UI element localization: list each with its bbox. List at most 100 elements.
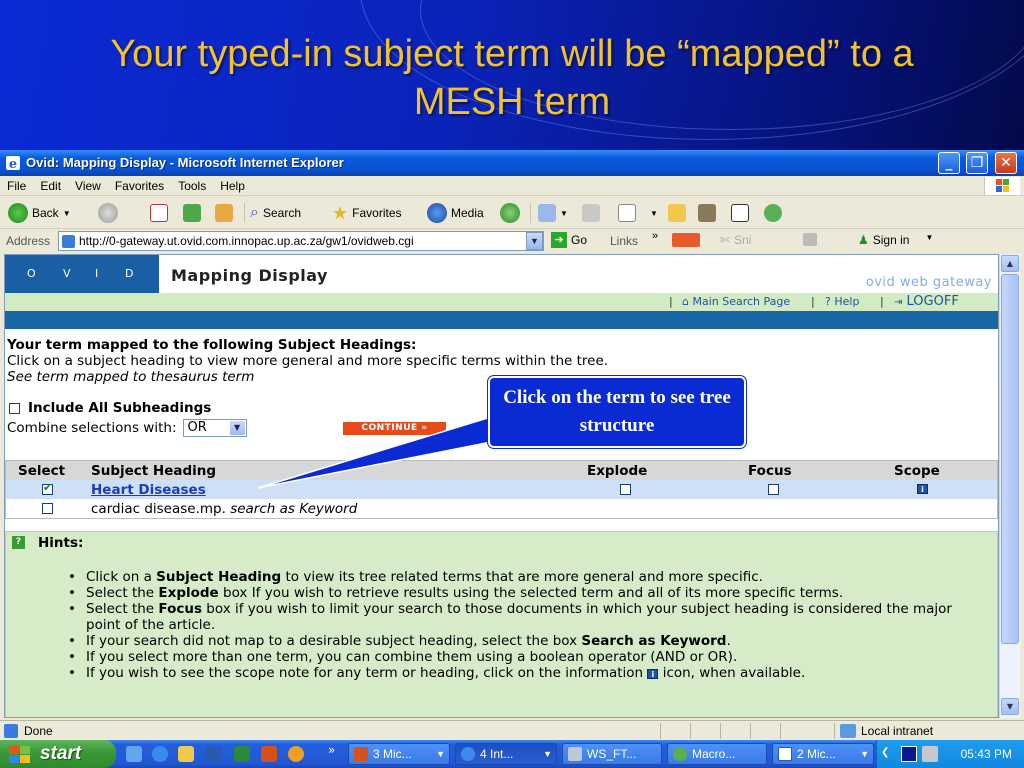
window-title: Ovid: Mapping Display - Microsoft Intern… [26,155,344,170]
logoff-icon: ⇥ [894,297,903,308]
research-icon [698,204,716,222]
page-done-icon [4,724,18,738]
history-button[interactable] [500,202,520,224]
combine-select[interactable]: OR ▼ [182,419,247,437]
tray-app-icon[interactable] [922,746,938,762]
continue-button[interactable]: CONTINUE » [343,422,446,435]
address-input[interactable] [58,231,544,251]
logoff-link[interactable]: ⇥ LOGOFF [894,294,959,309]
tray-expand-icon[interactable]: ❮ [881,747,889,758]
toolbar-logo-icon[interactable] [672,233,700,247]
people-icon [764,204,782,222]
quicklaunch-media-icon[interactable] [288,746,304,762]
quicklaunch-folder-icon[interactable] [178,746,194,762]
keyword-term: cardiac disease.mp. [91,501,226,517]
menu-favorites[interactable]: Favorites [108,176,171,196]
scroll-down-icon[interactable]: ▼ [1001,698,1019,715]
window-titlebar: e Ovid: Mapping Display - Microsoft Inte… [0,150,1024,176]
quicklaunch-more-icon[interactable]: » [328,743,335,757]
windows-logo-icon [984,177,1020,195]
links-chevron-icon[interactable]: » [652,230,658,242]
windows-taskbar: start » 3 Mic... ▼ 4 Int... ▼ WS_FT... Mac… [0,740,1024,768]
links-label[interactable]: Links [610,234,638,248]
quicklaunch-excel-icon[interactable] [234,746,250,762]
go-label: Go [571,233,588,247]
edit-button[interactable]: ▼ [618,202,658,224]
contacts-button[interactable] [764,202,782,224]
help-icon: ? [825,295,831,308]
toolbar-extra-icon[interactable] [803,233,817,246]
research-button[interactable] [698,202,716,224]
address-dropdown-icon[interactable]: ▼ [526,232,543,250]
forward-button[interactable] [98,202,118,224]
snip-icon: ✄ [720,233,731,247]
hint-item: If you wish to see the scope note for an… [68,665,968,681]
stop-button[interactable] [150,202,168,224]
main-search-link[interactable]: ⌂ Main Search Page [682,295,790,308]
folder-button[interactable] [668,202,686,224]
quicklaunch-word-icon[interactable] [206,746,222,762]
quicklaunch-powerpoint-icon[interactable] [261,746,277,762]
quicklaunch-desktop-icon[interactable] [126,746,142,762]
logoff-label: LOGOFF [906,294,959,309]
menu-tools[interactable]: Tools [171,176,213,196]
ie-logo-icon: e [6,156,20,171]
hints-list: Click on a Subject Heading to view its t… [68,569,968,681]
sign-in-label: Sign in [872,233,910,247]
include-all-checkbox[interactable] [9,402,20,414]
back-button[interactable]: Back ▼ [8,202,71,224]
menu-edit[interactable]: Edit [33,176,68,196]
intranet-icon [840,724,856,738]
system-tray: ❮ 05:43 PM [876,740,1024,768]
media-play-icon[interactable] [901,746,917,762]
search-button[interactable]: ⌕ Search [250,202,301,224]
print-icon [582,204,600,222]
address-bar: Address ▼ ➜ Go Links » ✄Sni ♟Sign in▼ [0,230,1024,252]
explode-checkbox[interactable] [620,484,631,495]
slide-title-line2: MESH term [413,81,611,123]
scope-info-icon[interactable]: i [917,484,928,494]
task-word[interactable]: 2 Mic... ▼ [772,743,874,765]
menu-file[interactable]: File [0,176,33,196]
main-search-label: Main Search Page [692,295,791,308]
task-ws-ftp[interactable]: WS_FT... [562,743,662,765]
heart-diseases-link[interactable]: Heart Diseases [91,482,206,498]
menu-help[interactable]: Help [213,176,252,196]
page-viewport: O V I D Mapping Display ovid web gateway… [4,254,999,718]
task-powerpoint[interactable]: 3 Mic... ▼ [348,743,450,765]
macromedia-icon [673,747,687,761]
mail-button[interactable]: ▼ [538,202,568,224]
select-checkbox[interactable] [42,481,53,495]
focus-checkbox[interactable] [768,484,779,495]
task-macromedia[interactable]: Macro... [667,743,767,765]
print-button[interactable] [582,202,600,224]
minimize-button[interactable]: _ [938,152,960,174]
home-icon: ⌂ [682,295,689,308]
home-button[interactable] [215,202,233,224]
task-internet-explorer[interactable]: 4 Int... ▼ [455,743,557,765]
media-button[interactable]: Media [427,202,484,224]
messenger-button[interactable] [731,202,749,224]
col-subject-heading: Subject Heading [91,463,217,479]
scroll-thumb[interactable] [1001,274,1019,644]
messenger-icon: ♟ [858,233,869,247]
help-link[interactable]: ? Help [825,295,859,308]
sign-in-button[interactable]: ♟ Sign in ▼ [858,233,933,247]
task-label: WS_FT... [587,747,637,761]
refresh-button[interactable] [183,202,201,224]
scroll-up-icon[interactable]: ▲ [1001,255,1019,272]
quicklaunch-ie-icon[interactable] [152,746,168,762]
snip-button[interactable]: ✄ Sni [720,233,751,247]
menu-view[interactable]: View [68,176,108,196]
hint-icon: ? [12,536,25,549]
window-icon [731,204,749,222]
close-button[interactable]: ✕ [995,152,1017,174]
favorites-button[interactable]: ★ Favorites [332,202,402,224]
maximize-button[interactable]: ❐ [966,152,988,174]
select-checkbox[interactable] [42,503,53,514]
go-button[interactable]: ➜ Go [551,232,587,248]
mail-icon [538,204,556,222]
start-button[interactable]: start [0,740,116,768]
go-arrow-icon: ➜ [551,232,567,248]
vertical-scrollbar[interactable]: ▲ ▼ [999,254,1020,718]
